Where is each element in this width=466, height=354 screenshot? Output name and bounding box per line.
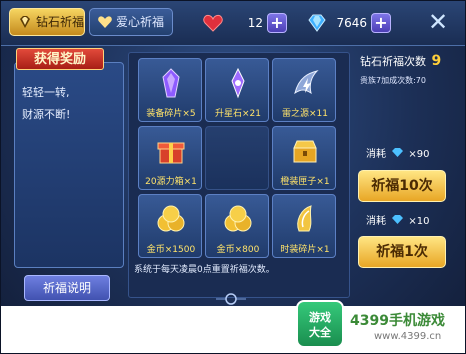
reward-cell-label: 时装碎片×1	[280, 245, 330, 255]
reward-line-1: 轻轻一转,	[22, 86, 70, 99]
hearts-value: 12	[247, 16, 263, 30]
heart-icon	[98, 16, 112, 28]
pray-one-button[interactable]: 祈福1次	[358, 236, 446, 268]
diamond-pray-count: 钻石祈福次数 9	[360, 53, 441, 69]
add-hearts-button[interactable]: +	[267, 13, 287, 33]
cost-one-prefix: 消耗	[366, 216, 386, 227]
orange-chest-icon	[293, 140, 317, 163]
cost-ten-prefix: 消耗	[366, 149, 386, 160]
gems-value: 7646	[336, 16, 367, 30]
pray-ten-button[interactable]: 祈福10次	[358, 170, 446, 202]
reward-cell-label: 装备碎片×5	[146, 109, 196, 119]
reward-line-2: 财源不断!	[22, 108, 71, 121]
cost-ten-amount: ×90	[408, 149, 430, 160]
reward-text: 轻轻一转, 财源不断!	[22, 82, 118, 126]
thunder-source-icon	[294, 70, 319, 95]
reward-cell: 20源力箱×1	[138, 126, 202, 190]
reward-cell: 升星石×21	[205, 58, 269, 122]
red-gift-box-icon	[157, 142, 185, 164]
cost-one-amount: ×10	[408, 216, 430, 227]
tab-heart-pray[interactable]: 爱心祈福	[89, 8, 173, 36]
reward-cell-empty	[205, 126, 269, 190]
tab-heart-label: 爱心祈福	[116, 15, 165, 29]
vip-bonus-note: 贵族7加成次数:70	[360, 76, 426, 85]
count-value: 9	[431, 53, 442, 69]
reward-cell: 橙装匣子×1	[272, 126, 336, 190]
star-stone-icon	[231, 67, 245, 99]
gem-icon	[392, 215, 404, 224]
reward-cell-label: 金币×800	[216, 245, 260, 255]
reward-cell-label: 雷之源×11	[282, 109, 328, 119]
logo-text-top: 游戏	[309, 311, 331, 324]
hearts-counter: 12 +	[203, 13, 287, 33]
cost-ten: 消耗 ×90	[366, 147, 429, 161]
reward-title: 获得奖励	[16, 48, 104, 70]
logo-text-bottom: 大全	[309, 326, 331, 339]
gem-icon	[308, 14, 326, 32]
fashion-shard-icon	[297, 205, 312, 232]
reset-note: 系统于每天凌晨0点重置祈福次数。	[134, 265, 275, 275]
tab-diamond-pray[interactable]: 钻石祈福	[9, 8, 85, 36]
close-button[interactable]: ✕	[424, 10, 452, 36]
youxidaquan-logo: 游戏 大全	[296, 300, 344, 348]
reward-cell: 金币×1500	[138, 194, 202, 258]
brand-url: www.4399.cn	[374, 331, 442, 342]
tab-diamond-label: 钻石祈福	[36, 15, 85, 29]
add-gems-button[interactable]: +	[371, 13, 391, 33]
brand-name: 4399手机游戏	[350, 313, 445, 329]
reward-cell: 雷之源×11	[272, 58, 336, 122]
reward-cell: 金币×800	[205, 194, 269, 258]
rules-button[interactable]: 祈福说明	[24, 275, 110, 301]
cost-one: 消耗 ×10	[366, 214, 429, 228]
reward-cell-label: 20源力箱×1	[145, 177, 197, 187]
gem-icon	[392, 148, 404, 157]
diamond-icon	[20, 16, 30, 28]
count-label: 钻石祈福次数	[360, 55, 426, 68]
top-bar: 钻石祈福 爱心祈福 12 + 7646 + ✕	[0, 0, 466, 46]
heart-icon	[203, 14, 223, 32]
reward-cell-label: 升星石×21	[215, 109, 261, 119]
reward-cell-label: 橙装匣子×1	[280, 177, 330, 187]
ornament-icon	[216, 293, 246, 305]
purple-crystal-icon	[162, 68, 180, 98]
reward-cell: 装备碎片×5	[138, 58, 202, 122]
gold-coins-icon	[157, 205, 185, 232]
reward-cell: 时装碎片×1	[272, 194, 336, 258]
gold-coins-icon	[224, 205, 252, 232]
reward-cell-label: 金币×1500	[146, 245, 196, 255]
gems-counter: 7646 +	[307, 13, 391, 33]
game-screen: 钻石祈福 爱心祈福 12 + 7646 + ✕ 获得奖励 轻轻一转, 财源不断!…	[0, 0, 466, 354]
